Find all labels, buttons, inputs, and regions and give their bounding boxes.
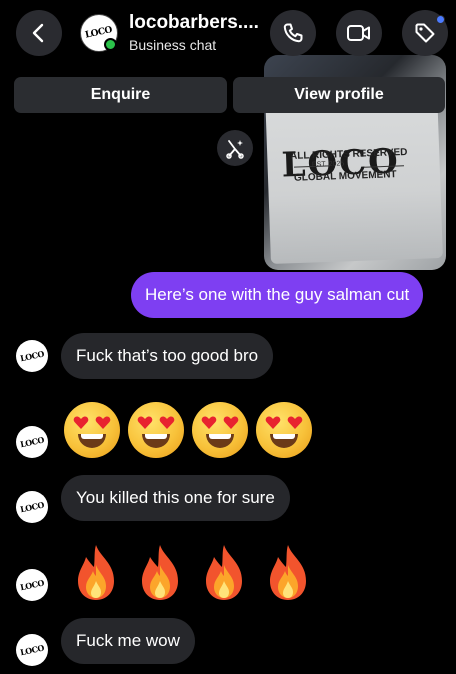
avatar-logo: LOCO: [19, 577, 45, 593]
video-icon: [347, 25, 370, 41]
video-call-button[interactable]: [336, 10, 382, 56]
online-status-dot: [104, 38, 117, 51]
heart-eyes-emoji-icon: [64, 402, 120, 458]
phone-icon: [283, 23, 303, 43]
ai-reply-button[interactable]: [217, 130, 253, 166]
reply-sparkle-icon: [226, 140, 244, 159]
avatar-logo: LOCO: [19, 642, 45, 658]
heart-eyes-emoji-message[interactable]: [64, 400, 312, 460]
sender-avatar[interactable]: LOCO: [16, 340, 48, 372]
tag-button[interactable]: [402, 10, 448, 56]
heart-eyes-emoji-icon: [128, 402, 184, 458]
shirt-text-est: EST. 2025: [311, 160, 345, 169]
tag-icon: [415, 23, 435, 43]
avatar-logo: LOCO: [19, 499, 45, 515]
incoming-message[interactable]: Fuck that’s too good bro: [61, 333, 274, 379]
incoming-message[interactable]: Fuck me wow: [61, 618, 195, 664]
sender-avatar[interactable]: LOCO: [16, 569, 48, 601]
fire-emoji-icon: [206, 545, 242, 600]
enquire-button[interactable]: Enquire: [14, 77, 227, 113]
chat-title[interactable]: locobarbers....: [129, 12, 259, 34]
notification-dot: [436, 15, 445, 24]
avatar-logo: LOCO: [19, 348, 45, 364]
sender-avatar[interactable]: LOCO: [16, 426, 48, 458]
heart-eyes-emoji-icon: [192, 402, 248, 458]
outgoing-message[interactable]: Here’s one with the guy salman cut: [131, 272, 424, 318]
back-button[interactable]: [16, 10, 62, 56]
heart-eyes-emoji-icon: [256, 402, 312, 458]
fire-emoji-icon: [142, 545, 178, 600]
fire-emoji-message[interactable]: [68, 542, 316, 602]
fire-emoji-icon: [270, 545, 306, 600]
sender-avatar[interactable]: LOCO: [16, 634, 48, 666]
fire-emoji-icon: [78, 545, 114, 600]
avatar-logo: LOCO: [19, 434, 45, 450]
chat-header: LOCO locobarbers.... Business chat: [0, 0, 456, 70]
view-profile-button[interactable]: View profile: [233, 77, 445, 113]
incoming-message[interactable]: You killed this one for sure: [61, 475, 290, 521]
chat-subtitle: Business chat: [129, 37, 217, 53]
sender-avatar[interactable]: LOCO: [16, 491, 48, 523]
voice-call-button[interactable]: [270, 10, 316, 56]
chevron-left-icon: [32, 23, 44, 43]
